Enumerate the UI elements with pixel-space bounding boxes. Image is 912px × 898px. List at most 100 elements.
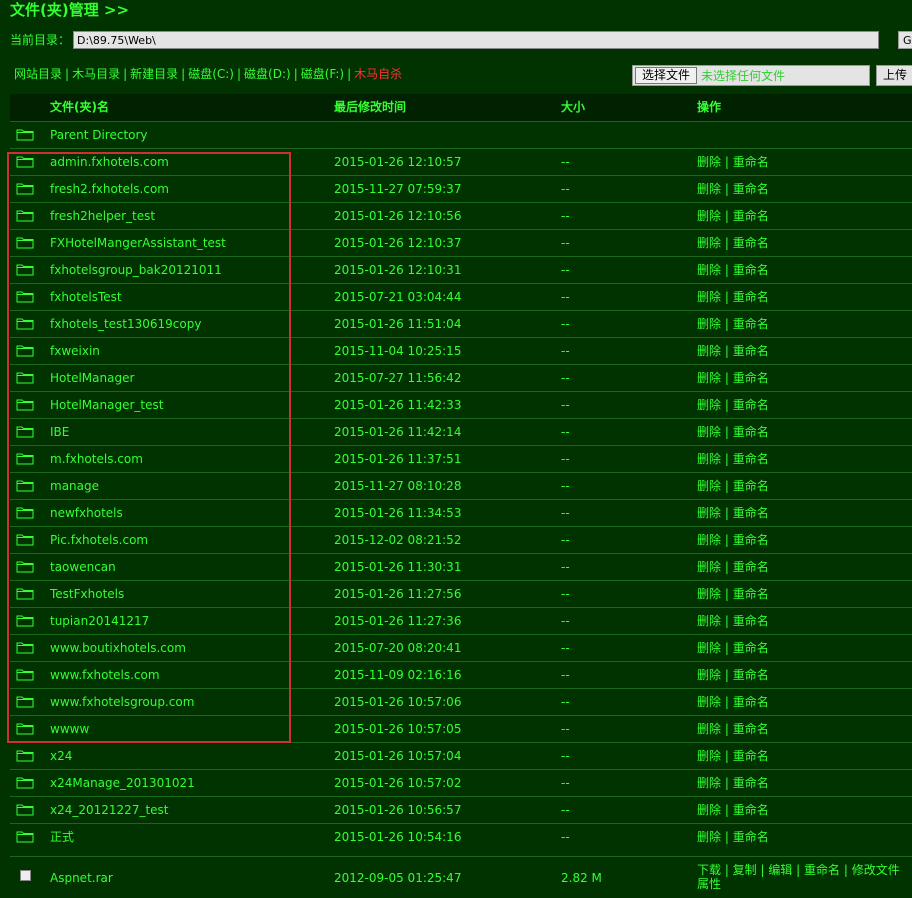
table-row[interactable]: www.fxhotelsgroup.com 2015-01-26 10:57:06… xyxy=(10,688,912,715)
go-button[interactable]: Go xyxy=(898,31,912,49)
folder-name[interactable]: x24 xyxy=(50,743,72,769)
nav-new-dir[interactable]: 新建目录 xyxy=(130,67,178,81)
rename-link[interactable]: 重命名 xyxy=(733,587,769,601)
table-row[interactable]: fxweixin 2015-11-04 10:25:15 -- 删除 | 重命名 xyxy=(10,337,912,364)
delete-link[interactable]: 删除 xyxy=(697,425,721,439)
delete-link[interactable]: 删除 xyxy=(697,290,721,304)
file-attr-link[interactable]: 属性 xyxy=(697,877,721,891)
delete-link[interactable]: 删除 xyxy=(697,830,721,844)
folder-name[interactable]: HotelManager_test xyxy=(50,392,163,418)
table-row[interactable]: fxhotels_test130619copy 2015-01-26 11:51:… xyxy=(10,310,912,337)
rename-link[interactable]: 重命名 xyxy=(733,155,769,169)
table-row[interactable]: x24_20121227_test 2015-01-26 10:56:57 -- 删除… xyxy=(10,796,912,823)
delete-link[interactable]: 删除 xyxy=(697,776,721,790)
parent-directory-link[interactable]: Parent Directory xyxy=(50,122,148,148)
folder-name[interactable]: fresh2helper_test xyxy=(50,203,155,229)
path-input[interactable] xyxy=(73,31,879,49)
delete-link[interactable]: 删除 xyxy=(697,803,721,817)
folder-name[interactable]: newfxhotels xyxy=(50,500,123,526)
folder-name[interactable]: IBE xyxy=(50,419,69,445)
rename-link[interactable]: 重命名 xyxy=(733,560,769,574)
rename-link[interactable]: 重命名 xyxy=(733,803,769,817)
rename-link[interactable]: 重命名 xyxy=(733,776,769,790)
folder-name[interactable]: tupian20141217 xyxy=(50,608,149,634)
table-row[interactable]: HotelManager 2015-07-27 11:56:42 -- 删除 | 重命… xyxy=(10,364,912,391)
delete-link[interactable]: 删除 xyxy=(697,668,721,682)
folder-name[interactable]: x24Manage_201301021 xyxy=(50,770,195,796)
rename-link[interactable]: 重命名 xyxy=(733,398,769,412)
folder-name[interactable]: www.boutixhotels.com xyxy=(50,635,186,661)
delete-link[interactable]: 删除 xyxy=(697,506,721,520)
table-row[interactable]: fresh2.fxhotels.com 2015-11-27 07:59:37 --… xyxy=(10,175,912,202)
upload-button[interactable]: 上传 xyxy=(876,65,912,86)
delete-link[interactable]: 删除 xyxy=(697,614,721,628)
rename-link[interactable]: 重命名 xyxy=(733,533,769,547)
nav-trojan-dir[interactable]: 木马目录 xyxy=(72,67,120,81)
folder-name[interactable]: m.fxhotels.com xyxy=(50,446,143,472)
folder-name[interactable]: fresh2.fxhotels.com xyxy=(50,176,169,202)
table-row[interactable]: tupian20141217 2015-01-26 11:27:36 -- 删除 | … xyxy=(10,607,912,634)
rename-link[interactable]: 重命名 xyxy=(733,668,769,682)
table-row[interactable]: TestFxhotels 2015-01-26 11:27:56 -- 删除 | 重命… xyxy=(10,580,912,607)
delete-link[interactable]: 删除 xyxy=(697,722,721,736)
table-row[interactable]: admin.fxhotels.com 2015-01-26 12:10:57 -- 删… xyxy=(10,148,912,175)
rename-link[interactable]: 重命名 xyxy=(733,749,769,763)
delete-link[interactable]: 删除 xyxy=(697,209,721,223)
table-row[interactable]: 正式 2015-01-26 10:54:16 -- 删除 | 重命名 xyxy=(10,823,912,850)
folder-name[interactable]: 正式 xyxy=(50,824,74,850)
folder-name[interactable]: FXHotelMangerAssistant_test xyxy=(50,230,226,256)
table-row[interactable]: m.fxhotels.com 2015-01-26 11:37:51 -- 删除 | … xyxy=(10,445,912,472)
delete-link[interactable]: 删除 xyxy=(697,182,721,196)
folder-name[interactable]: HotelManager xyxy=(50,365,134,391)
file-name[interactable]: Aspnet.rar xyxy=(50,871,113,885)
delete-link[interactable]: 删除 xyxy=(697,371,721,385)
delete-link[interactable]: 删除 xyxy=(697,263,721,277)
folder-name[interactable]: wwww xyxy=(50,716,89,742)
folder-name[interactable]: www.fxhotelsgroup.com xyxy=(50,689,194,715)
folder-name[interactable]: x24_20121227_test xyxy=(50,797,169,823)
delete-link[interactable]: 删除 xyxy=(697,479,721,493)
choose-file-button[interactable]: 选择文件 xyxy=(635,67,697,84)
delete-link[interactable]: 删除 xyxy=(697,344,721,358)
rename-link[interactable]: 重命名 xyxy=(733,830,769,844)
delete-link[interactable]: 删除 xyxy=(697,560,721,574)
nav-self-destruct[interactable]: 木马自杀 xyxy=(354,67,402,81)
delete-link[interactable]: 删除 xyxy=(697,317,721,331)
rename-link[interactable]: 重命名 xyxy=(733,263,769,277)
table-row[interactable]: IBE 2015-01-26 11:42:14 -- 删除 | 重命名 xyxy=(10,418,912,445)
nav-disk-c[interactable]: 磁盘(C:) xyxy=(188,67,234,81)
rename-link[interactable]: 重命名 xyxy=(733,722,769,736)
delete-link[interactable]: 删除 xyxy=(697,236,721,250)
table-row[interactable]: manage 2015-11-27 08:10:28 -- 删除 | 重命名 xyxy=(10,472,912,499)
folder-name[interactable]: admin.fxhotels.com xyxy=(50,149,169,175)
table-row[interactable]: x24 2015-01-26 10:57:04 -- 删除 | 重命名 xyxy=(10,742,912,769)
delete-link[interactable]: 删除 xyxy=(697,533,721,547)
nav-disk-d[interactable]: 磁盘(D:) xyxy=(244,67,291,81)
table-row[interactable]: Pic.fxhotels.com 2015-12-02 08:21:52 -- 删除 … xyxy=(10,526,912,553)
table-row[interactable]: www.fxhotels.com 2015-11-09 02:16:16 -- 删除 … xyxy=(10,661,912,688)
delete-link[interactable]: 删除 xyxy=(697,695,721,709)
folder-name[interactable]: taowencan xyxy=(50,554,116,580)
table-row[interactable]: wwww 2015-01-26 10:57:05 -- 删除 | 重命名 xyxy=(10,715,912,742)
delete-link[interactable]: 删除 xyxy=(697,641,721,655)
rename-link[interactable]: 重命名 xyxy=(733,452,769,466)
folder-name[interactable]: fxhotelsgroup_bak20121011 xyxy=(50,257,222,283)
rename-link[interactable]: 重命名 xyxy=(733,614,769,628)
folder-name[interactable]: TestFxhotels xyxy=(50,581,124,607)
nav-disk-f[interactable]: 磁盘(F:) xyxy=(301,67,344,81)
file-checkbox[interactable] xyxy=(20,870,31,881)
rename-link[interactable]: 重命名 xyxy=(733,236,769,250)
rename-link[interactable]: 重命名 xyxy=(733,479,769,493)
folder-name[interactable]: manage xyxy=(50,473,99,499)
rename-link[interactable]: 重命名 xyxy=(733,641,769,655)
rename-link[interactable]: 重命名 xyxy=(733,182,769,196)
nav-site-dir[interactable]: 网站目录 xyxy=(14,67,62,81)
delete-link[interactable]: 删除 xyxy=(697,398,721,412)
table-row[interactable]: FXHotelMangerAssistant_test 2015-01-26 12… xyxy=(10,229,912,256)
parent-row[interactable]: Parent Directory xyxy=(10,121,912,148)
folder-name[interactable]: www.fxhotels.com xyxy=(50,662,160,688)
table-row[interactable]: x24Manage_201301021 2015-01-26 10:57:02 --… xyxy=(10,769,912,796)
table-row[interactable]: www.boutixhotels.com 2015-07-20 08:20:41 -… xyxy=(10,634,912,661)
rename-link[interactable]: 重命名 xyxy=(733,695,769,709)
rename-link[interactable]: 重命名 xyxy=(733,290,769,304)
